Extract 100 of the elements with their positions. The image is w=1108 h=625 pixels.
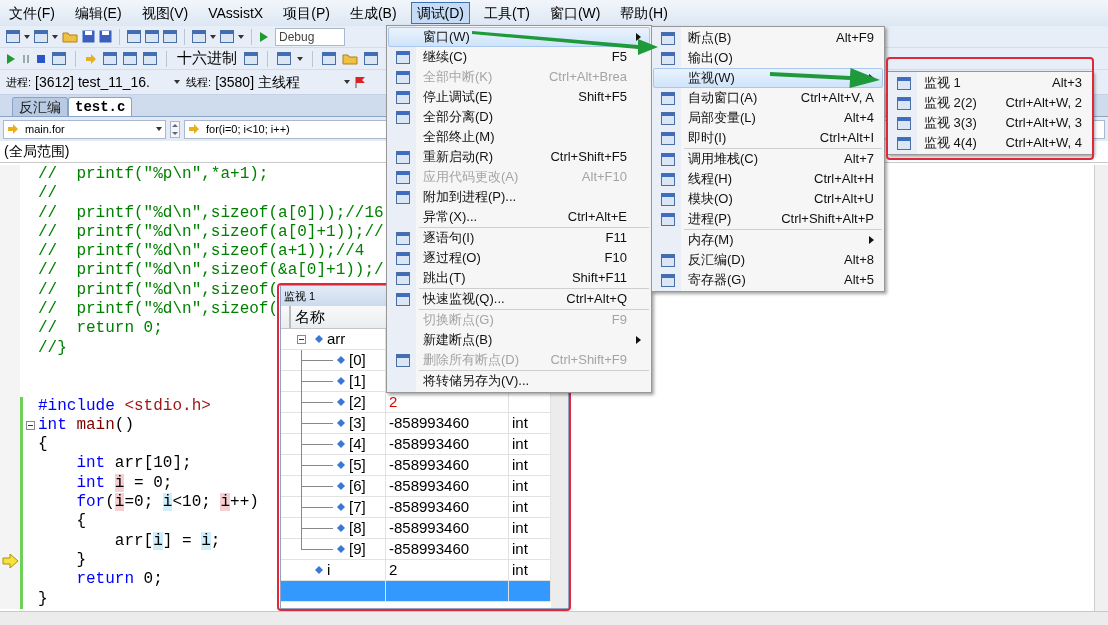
value-text: -858993460 bbox=[389, 538, 470, 559]
type-text: int bbox=[512, 496, 528, 517]
variable-name: i bbox=[327, 559, 331, 580]
variable-name: [5] bbox=[349, 454, 366, 475]
menu-item[interactable]: 局部变量(L) Alt+4 bbox=[653, 108, 883, 128]
scope-text: main.for bbox=[25, 121, 66, 137]
menu-title[interactable]: 编辑(E) bbox=[68, 2, 128, 24]
menu-item[interactable]: 停止调试(E) Shift+F5 bbox=[388, 87, 650, 107]
member-text: for(i=0; i<10; i++) bbox=[206, 121, 290, 137]
watch-row[interactable]: [8] -858993460 int bbox=[281, 518, 551, 539]
variable-name: [1] bbox=[349, 370, 366, 391]
process-dropdown[interactable]: [3612] test_11_16. bbox=[35, 72, 171, 92]
editor-tab[interactable]: test.c bbox=[68, 97, 133, 116]
menu-title[interactable]: 工具(T) bbox=[478, 2, 536, 24]
hex-button[interactable]: 十六进制 bbox=[176, 47, 238, 70]
menu-item[interactable]: 跳出(T) Shift+F11 bbox=[388, 268, 650, 288]
watch-row[interactable]: [5] -858993460 int bbox=[281, 455, 551, 476]
menu-title[interactable]: 窗口(W) bbox=[543, 2, 607, 24]
menu-item[interactable]: 进程(P) Ctrl+Shift+Alt+P bbox=[653, 209, 883, 229]
menu-item[interactable]: 全部分离(D) bbox=[388, 107, 650, 127]
watch-row[interactable]: [6] -858993460 int bbox=[281, 476, 551, 497]
menu-item[interactable]: 逐过程(O) F10 bbox=[388, 248, 650, 268]
menu-item[interactable]: 异常(X)... Ctrl+Alt+E bbox=[388, 207, 650, 227]
watch-row[interactable]: [3] -858993460 int bbox=[281, 413, 551, 434]
watch-row[interactable]: [4] -858993460 int bbox=[281, 434, 551, 455]
watch-row[interactable]: [9] -858993460 int bbox=[281, 539, 551, 560]
configuration-dropdown[interactable]: Debug bbox=[275, 27, 345, 46]
variable-name: [0] bbox=[349, 349, 366, 370]
window-title: 监视 1 bbox=[284, 288, 316, 304]
watch-row[interactable]: [7] -858993460 int bbox=[281, 497, 551, 518]
menu-item[interactable]: 逐语句(I) F11 bbox=[388, 228, 650, 248]
value-text: 2 bbox=[389, 391, 398, 412]
value-text: -858993460 bbox=[389, 433, 470, 454]
watch-row[interactable]: [2] 2 bbox=[281, 392, 551, 413]
variable-name: [4] bbox=[349, 433, 366, 454]
code-line: // printf("%d\n",sizeof(a[0]+1));// bbox=[38, 222, 384, 243]
menu-item[interactable]: 输出(O) bbox=[653, 48, 883, 68]
code-line: #include <stdio.h> bbox=[38, 396, 211, 416]
menu-item[interactable]: 自动窗口(A) Ctrl+Alt+V, A bbox=[653, 88, 883, 108]
code-line: // bbox=[38, 184, 58, 204]
code-line: // printf("%d\n",sizeof(a[0]));//16 bbox=[38, 203, 384, 223]
variable-name: [6] bbox=[349, 475, 366, 496]
code-line: // return 0; bbox=[38, 319, 163, 339]
variable-name: [3] bbox=[349, 412, 366, 433]
menu-title[interactable]: 调试(D) bbox=[410, 2, 470, 24]
variable-name: arr bbox=[327, 328, 346, 349]
menu-title[interactable]: 视图(V) bbox=[135, 2, 195, 24]
thread-dropdown[interactable]: [3580] 主线程 bbox=[215, 72, 341, 92]
code-line: { bbox=[38, 435, 48, 455]
menu-item[interactable]: 附加到进程(P)... bbox=[388, 187, 650, 207]
menu-item[interactable]: 寄存器(G) Alt+5 bbox=[653, 270, 883, 290]
code-line: } bbox=[38, 589, 48, 609]
menu-item[interactable]: 模块(O) Ctrl+Alt+U bbox=[653, 189, 883, 209]
variable-name: [8] bbox=[349, 517, 366, 538]
menu-item[interactable]: 重新启动(R) Ctrl+Shift+F5 bbox=[388, 147, 650, 167]
code-line: int i = 0; bbox=[75, 473, 173, 494]
menu-item[interactable]: 快速监视(Q)... Ctrl+Alt+Q bbox=[388, 289, 650, 309]
value-text: 2 bbox=[389, 559, 398, 580]
menu-item[interactable]: 新建断点(B) bbox=[388, 330, 650, 350]
variable-name: [7] bbox=[349, 496, 366, 517]
code-line: { bbox=[75, 512, 86, 532]
menu-item[interactable]: 监视 3(3) Ctrl+Alt+W, 3 bbox=[889, 113, 1091, 133]
menu-item[interactable]: 即时(I) Ctrl+Alt+I bbox=[653, 128, 883, 148]
menu-item[interactable]: 调用堆栈(C) Alt+7 bbox=[653, 149, 883, 169]
scope-dropdown[interactable]: main.for bbox=[3, 119, 166, 139]
menu-title[interactable]: VAssistX bbox=[202, 2, 270, 24]
menu-item[interactable]: 内存(M) bbox=[653, 230, 883, 250]
context-text: (全局范围) bbox=[4, 142, 70, 161]
type-text: int bbox=[512, 538, 528, 559]
editor-tab[interactable]: 反汇编 bbox=[12, 97, 68, 116]
menu-item[interactable]: 将转储另存为(V)... bbox=[388, 371, 650, 391]
menu-item[interactable]: 监视 4(4) Ctrl+Alt+W, 4 bbox=[889, 133, 1091, 153]
menu-item[interactable]: 断点(B) Alt+F9 bbox=[653, 28, 883, 48]
variable-name: [9] bbox=[349, 538, 366, 559]
menu-title[interactable]: 帮助(H) bbox=[614, 2, 674, 24]
menu-item[interactable]: 监视 1 Alt+3 bbox=[889, 73, 1091, 93]
code-line: // printf("%d\n",sizeof( bbox=[38, 300, 279, 320]
menu-item[interactable]: 监视 2(2) Ctrl+Alt+W, 2 bbox=[889, 93, 1091, 113]
process-label: 进程: bbox=[6, 74, 32, 90]
type-text: int bbox=[512, 517, 528, 538]
code-line: for(i=0; i<10; i++) bbox=[75, 493, 259, 513]
value-text: -858993460 bbox=[389, 475, 470, 496]
code-line: // printf("%d\n",sizeof( bbox=[38, 280, 279, 301]
variable-name: [2] bbox=[349, 391, 366, 412]
code-line: // printf("%d\n",sizeof(a+1));//4 bbox=[38, 242, 365, 262]
type-text: int bbox=[512, 454, 528, 475]
code-line: arr[i] = i; bbox=[113, 531, 221, 551]
value-text: -858993460 bbox=[389, 496, 470, 517]
menu-item[interactable]: 全部终止(M) bbox=[388, 127, 650, 147]
value-text: -858993460 bbox=[389, 454, 470, 475]
code-line: // printf("%d\n",sizeof(&a[0]+1));/ bbox=[38, 261, 384, 281]
menu-title[interactable]: 项目(P) bbox=[277, 2, 336, 24]
code-line: // printf("%p\n",*a+1); bbox=[38, 165, 269, 185]
menu-item[interactable]: 继续(C) F5 bbox=[388, 47, 650, 67]
menu-title[interactable]: 生成(B) bbox=[343, 2, 403, 24]
watch-row[interactable]: i 2 int bbox=[281, 560, 551, 581]
menu-item[interactable]: 反汇编(D) Alt+8 bbox=[653, 250, 883, 270]
menu-item[interactable]: 线程(H) Ctrl+Alt+H bbox=[653, 169, 883, 189]
value-text: -858993460 bbox=[389, 517, 470, 538]
menu-title[interactable]: 文件(F) bbox=[3, 2, 61, 24]
